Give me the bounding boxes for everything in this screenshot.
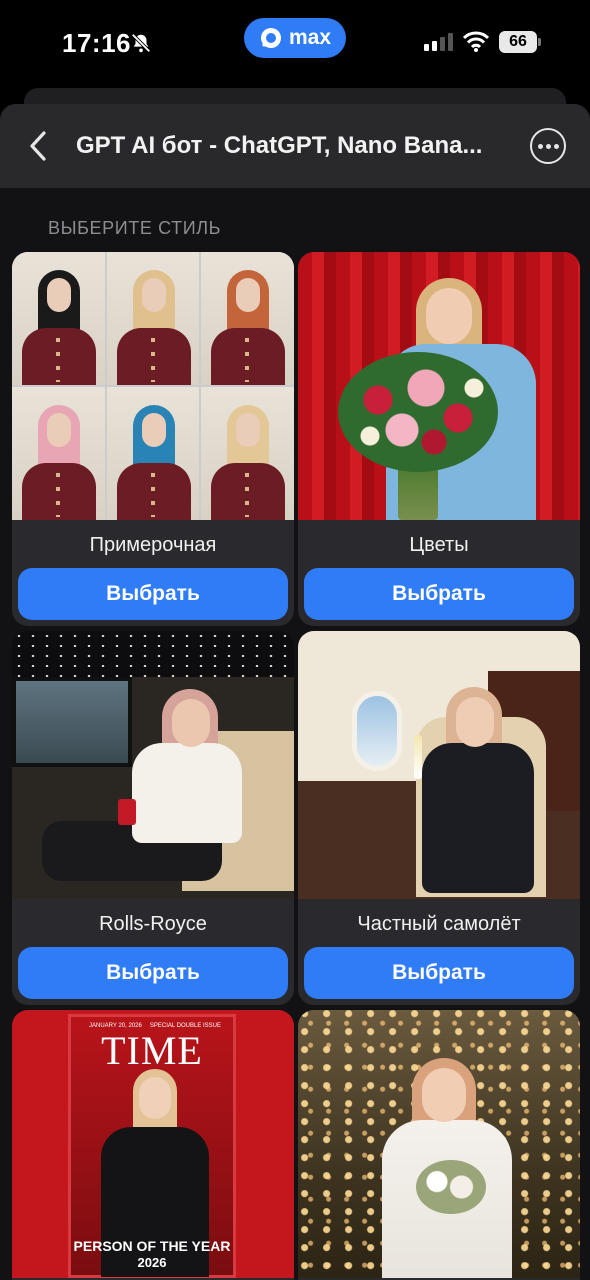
wifi-icon bbox=[463, 31, 489, 52]
max-logo-icon bbox=[260, 28, 281, 48]
bell-slash-icon bbox=[131, 33, 151, 53]
style-preview-image bbox=[12, 252, 294, 520]
style-name: Частный самолёт bbox=[357, 913, 521, 935]
style-preview-image bbox=[12, 631, 294, 899]
more-icon bbox=[537, 143, 543, 149]
style-card-flowers[interactable]: Цветы Выбрать bbox=[298, 252, 580, 626]
time-logo: TIME bbox=[101, 1028, 203, 1073]
style-preview-image bbox=[298, 631, 580, 899]
cover-year: 2026 bbox=[137, 1255, 167, 1270]
bot-title: GPT AI бот - ChatGPT, Nano Bana... bbox=[76, 132, 483, 159]
battery-level: 66 bbox=[499, 31, 537, 53]
select-button[interactable]: Выбрать bbox=[304, 568, 574, 620]
more-options-button[interactable] bbox=[530, 128, 566, 164]
max-badge-label: max bbox=[288, 26, 332, 49]
style-card-time-cover[interactable]: JANUARY 20, 2026 SPECIAL DOUBLE ISSUE TI… bbox=[12, 1010, 294, 1280]
style-name: Цветы bbox=[409, 534, 469, 556]
chevron-left-icon bbox=[30, 131, 46, 161]
select-button[interactable]: Выбрать bbox=[18, 947, 288, 999]
status-time: 17:16 bbox=[62, 28, 131, 58]
style-preview-image: JANUARY 20, 2026 SPECIAL DOUBLE ISSUE TI… bbox=[12, 1010, 294, 1278]
battery-icon: 66 bbox=[499, 31, 541, 53]
style-name: Rolls-Royce bbox=[99, 913, 207, 935]
max-app-badge[interactable]: max bbox=[244, 18, 346, 58]
style-name: Примерочная bbox=[89, 534, 217, 556]
style-card-rolls-royce[interactable]: Rolls-Royce Выбрать bbox=[12, 631, 294, 1005]
style-card-wedding[interactable] bbox=[298, 1010, 580, 1280]
select-button[interactable]: Выбрать bbox=[18, 568, 288, 620]
style-preview-image bbox=[298, 252, 580, 520]
select-button[interactable]: Выбрать bbox=[304, 947, 574, 999]
style-preview-image bbox=[298, 1010, 580, 1278]
signal-icon bbox=[424, 33, 453, 51]
style-card-fitting-room[interactable]: Примерочная Выбрать bbox=[12, 252, 294, 626]
status-bar: 17:16 max 66 bbox=[0, 0, 590, 88]
back-button[interactable] bbox=[18, 124, 58, 168]
cover-headline: PERSON OF THE YEAR bbox=[73, 1238, 231, 1254]
time-magazine-cover: JANUARY 20, 2026 SPECIAL DOUBLE ISSUE TI… bbox=[68, 1014, 236, 1278]
section-label: ВЫБЕРИТЕ СТИЛЬ bbox=[48, 218, 222, 238]
style-card-private-jet[interactable]: Частный самолёт Выбрать bbox=[298, 631, 580, 1005]
